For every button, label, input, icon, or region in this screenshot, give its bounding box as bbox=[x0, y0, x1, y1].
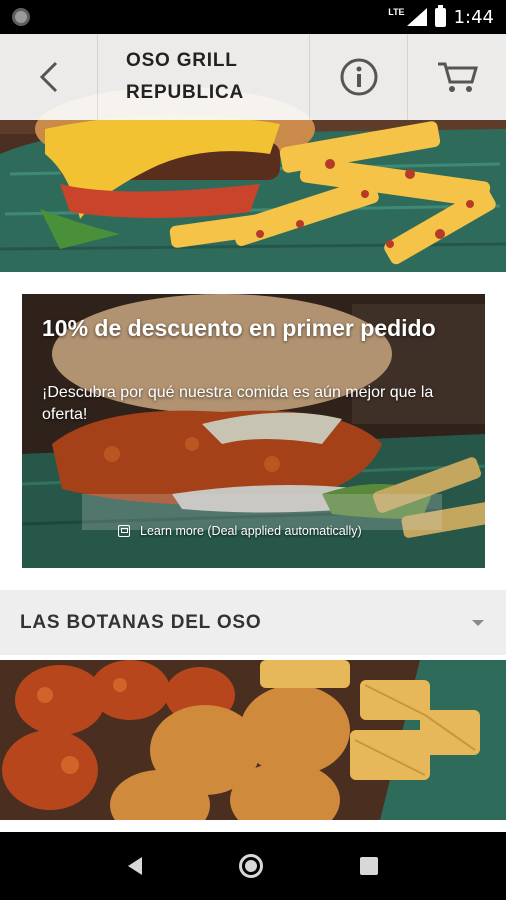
nav-recents-icon[interactable] bbox=[359, 857, 378, 875]
system-nav-bar bbox=[0, 832, 506, 900]
section-title: LAS BOTANAS DEL OSO bbox=[20, 611, 262, 633]
promo-title: 10% de descuento en primer pedido bbox=[42, 315, 436, 341]
section-food-illustration bbox=[0, 660, 506, 820]
info-button[interactable] bbox=[310, 34, 408, 120]
notification-icon bbox=[12, 8, 30, 26]
restaurant-name-line1: OSO GRILL bbox=[126, 50, 238, 71]
back-button[interactable] bbox=[0, 34, 98, 120]
menu-section-header[interactable]: LAS BOTANAS DEL OSO bbox=[0, 590, 506, 655]
network-type: LTE bbox=[388, 6, 405, 17]
chevron-down-icon bbox=[472, 619, 484, 626]
nav-home-icon[interactable] bbox=[238, 854, 263, 878]
nav-back-icon[interactable] bbox=[128, 857, 143, 875]
promo-card[interactable]: 10% de descuento en primer pedido ¡Descu… bbox=[22, 294, 485, 568]
restaurant-name-line2: REPUBLICA bbox=[126, 82, 245, 103]
cart-button[interactable] bbox=[408, 34, 506, 120]
status-bar: LTE 1:44 bbox=[0, 0, 506, 34]
status-right: LTE 1:44 bbox=[388, 4, 494, 28]
learn-more-label: Learn more (Deal applied automatically) bbox=[140, 524, 362, 538]
restaurant-toolbar: OSO GRILL REPUBLICA bbox=[0, 34, 506, 120]
status-left bbox=[12, 8, 30, 26]
battery-icon bbox=[434, 4, 446, 27]
app-screen: LTE 1:44 OSO GRILL REPUBLICA 10% de desc… bbox=[0, 0, 506, 900]
info-icon bbox=[340, 58, 377, 96]
restaurant-title: OSO GRILL REPUBLICA bbox=[98, 34, 310, 120]
deal-icon bbox=[118, 525, 130, 537]
signal-icon bbox=[406, 8, 427, 26]
back-arrow-icon bbox=[39, 61, 57, 93]
learn-more-link[interactable]: Learn more (Deal applied automatically) bbox=[118, 524, 362, 538]
promo-subtitle: ¡Descubra por qué nuestra comida es aún … bbox=[42, 384, 434, 423]
section-food-image[interactable] bbox=[0, 660, 506, 820]
status-time: 1:44 bbox=[453, 6, 494, 28]
cart-icon bbox=[438, 62, 478, 92]
